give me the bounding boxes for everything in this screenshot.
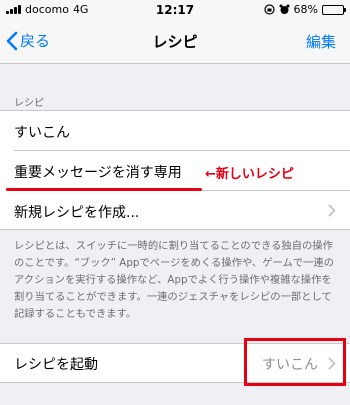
recipe-item-delete-messages[interactable]: 重要メッセージを消す専用 [0, 151, 350, 191]
alarm-icon [279, 4, 290, 14]
battery-percent: 68% [293, 3, 318, 16]
recipe-description: レシピとは、スイッチに一時的に割り当てることのできる独自の操作のことです。“ブッ… [14, 240, 335, 320]
status-bar: docomo 4G 12:17 68% [0, 0, 350, 20]
launch-recipe-label: レシピを起動 [14, 357, 98, 373]
chevron-right-icon [328, 204, 336, 217]
orientation-lock-icon [263, 4, 275, 15]
section-header: レシピ [14, 98, 44, 109]
recipe-item-suikon[interactable]: すいこん [0, 111, 350, 151]
page-title: レシピ [152, 33, 198, 51]
recipe-list: すいこん 重要メッセージを消す専用 新規レシピを作成... [0, 110, 350, 230]
annotation-highlight-box [244, 338, 346, 386]
annotation-new-recipe: ←新しいレシピ [205, 167, 294, 182]
recipe-label: すいこん [14, 125, 70, 141]
battery-icon [322, 4, 346, 15]
recipe-label: 新規レシピを作成... [14, 205, 140, 221]
create-new-recipe-item[interactable]: 新規レシピを作成... [0, 191, 350, 231]
annotation-underline [6, 188, 202, 191]
navigation-bar: 戻る レシピ 編集 [0, 20, 350, 64]
recipe-label: 重要メッセージを消す専用 [14, 165, 182, 181]
status-right: 68% [263, 3, 346, 16]
edit-button[interactable]: 編集 [306, 31, 336, 52]
